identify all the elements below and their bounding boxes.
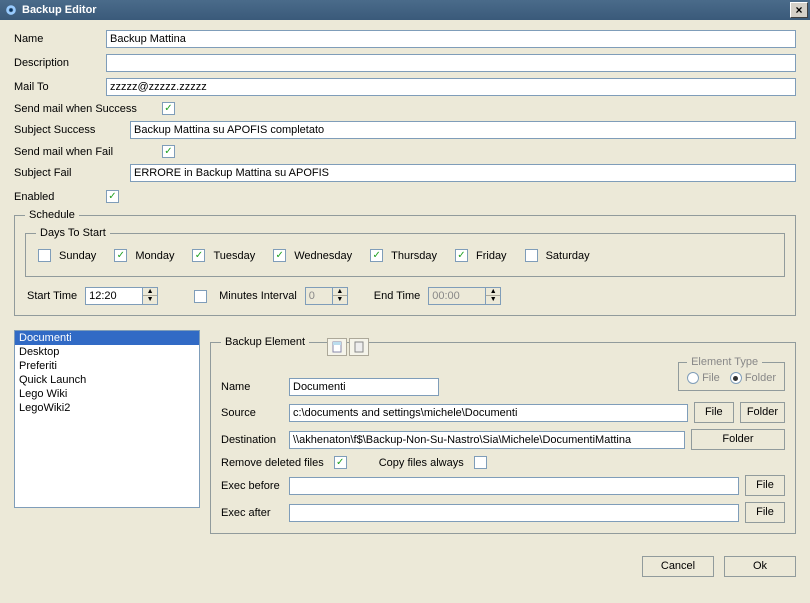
enabled-checkbox[interactable] [106, 190, 119, 203]
copy-always-checkbox[interactable] [474, 456, 487, 469]
day-checkbox-sunday[interactable] [38, 249, 51, 262]
destination-input[interactable]: \\akhenaton\f$\Backup-Non-Su-Nastro\Sia\… [289, 431, 685, 449]
close-button[interactable]: × [790, 2, 808, 18]
day-checkbox-monday[interactable] [114, 249, 127, 262]
delete-element-button[interactable] [349, 338, 369, 356]
source-file-button[interactable]: File [694, 402, 734, 423]
description-input[interactable] [106, 54, 796, 72]
window-title: Backup Editor [22, 4, 790, 16]
backup-element-group: Backup Element Element Type File Folder … [210, 336, 796, 534]
end-time-spinner: ▲▼ [486, 287, 501, 305]
list-item[interactable]: LegoWiki2 [15, 401, 199, 415]
type-folder-label: Folder [745, 372, 776, 384]
day-checkbox-wednesday[interactable] [273, 249, 286, 262]
name-label: Name [14, 33, 106, 45]
subject-success-input[interactable]: Backup Mattina su APOFIS completato [130, 121, 796, 139]
copy-always-label: Copy files always [379, 457, 464, 469]
send-success-label: Send mail when Success [14, 103, 162, 115]
day-label-thursday: Thursday [391, 250, 437, 262]
source-input[interactable]: c:\documents and settings\michele\Docume… [289, 404, 688, 422]
send-fail-label: Send mail when Fail [14, 146, 162, 158]
element-type-legend: Element Type [687, 356, 762, 368]
subject-fail-label: Subject Fail [14, 167, 130, 179]
end-time-label: End Time [374, 290, 420, 302]
days-legend: Days To Start [36, 227, 110, 239]
exec-before-input[interactable] [289, 477, 739, 495]
exec-before-label: Exec before [221, 480, 283, 492]
days-group: Days To Start Sunday Monday Tuesday Wednesd… [25, 227, 785, 277]
day-checkbox-saturday[interactable] [525, 249, 538, 262]
type-folder-radio[interactable] [730, 372, 742, 384]
day-label-sunday: Sunday [59, 250, 96, 262]
element-type-group: Element Type File Folder [678, 356, 785, 391]
list-item[interactable]: Desktop [15, 345, 199, 359]
day-label-saturday: Saturday [546, 250, 590, 262]
start-time-input[interactable]: 12:20 [85, 287, 143, 305]
name-input[interactable]: Backup Mattina [106, 30, 796, 48]
enabled-label: Enabled [14, 191, 106, 203]
cancel-button[interactable]: Cancel [642, 556, 714, 577]
minutes-interval-spinner: ▲▼ [333, 287, 348, 305]
destination-folder-button[interactable]: Folder [691, 429, 785, 450]
element-name-input[interactable]: Documenti [289, 378, 439, 396]
exec-before-file-button[interactable]: File [745, 475, 785, 496]
start-time-label: Start Time [27, 290, 77, 302]
list-item[interactable]: Preferiti [15, 359, 199, 373]
backup-element-legend: Backup Element [221, 336, 309, 348]
list-item[interactable]: Documenti [15, 331, 199, 345]
destination-label: Destination [221, 434, 283, 446]
day-checkbox-friday[interactable] [455, 249, 468, 262]
end-time-input: 00:00 [428, 287, 486, 305]
schedule-legend: Schedule [25, 209, 79, 221]
title-bar: Backup Editor × [0, 0, 810, 20]
remove-deleted-label: Remove deleted files [221, 457, 324, 469]
description-label: Description [14, 57, 106, 69]
document-icon [331, 341, 343, 353]
source-folder-button[interactable]: Folder [740, 402, 785, 423]
delete-icon [353, 341, 365, 353]
minutes-interval-checkbox[interactable] [194, 290, 207, 303]
day-label-tuesday: Tuesday [213, 250, 255, 262]
day-checkbox-thursday[interactable] [370, 249, 383, 262]
type-file-label: File [702, 372, 720, 384]
day-label-monday: Monday [135, 250, 174, 262]
elements-listbox[interactable]: DocumentiDesktopPreferitiQuick LaunchLeg… [14, 330, 200, 508]
list-item[interactable]: Lego Wiki [15, 387, 199, 401]
minutes-interval-input: 0 [305, 287, 333, 305]
new-element-button[interactable] [327, 338, 347, 356]
day-label-wednesday: Wednesday [294, 250, 352, 262]
subject-fail-input[interactable]: ERRORE in Backup Mattina su APOFIS [130, 164, 796, 182]
ok-button[interactable]: Ok [724, 556, 796, 577]
mailto-label: Mail To [14, 81, 106, 93]
exec-after-label: Exec after [221, 507, 283, 519]
send-success-checkbox[interactable] [162, 102, 175, 115]
remove-deleted-checkbox[interactable] [334, 456, 347, 469]
schedule-group: Schedule Days To Start Sunday Monday Tuesd… [14, 209, 796, 316]
minutes-interval-label: Minutes Interval [219, 290, 297, 302]
exec-after-input[interactable] [289, 504, 739, 522]
gear-icon [4, 3, 18, 17]
day-checkbox-tuesday[interactable] [192, 249, 205, 262]
start-time-spinner[interactable]: ▲▼ [143, 287, 158, 305]
list-item[interactable]: Quick Launch [15, 373, 199, 387]
mailto-input[interactable]: zzzzz@zzzzz.zzzzz [106, 78, 796, 96]
day-label-friday: Friday [476, 250, 507, 262]
type-file-radio[interactable] [687, 372, 699, 384]
send-fail-checkbox[interactable] [162, 145, 175, 158]
exec-after-file-button[interactable]: File [745, 502, 785, 523]
element-name-label: Name [221, 381, 283, 393]
source-label: Source [221, 407, 283, 419]
subject-success-label: Subject Success [14, 124, 130, 136]
